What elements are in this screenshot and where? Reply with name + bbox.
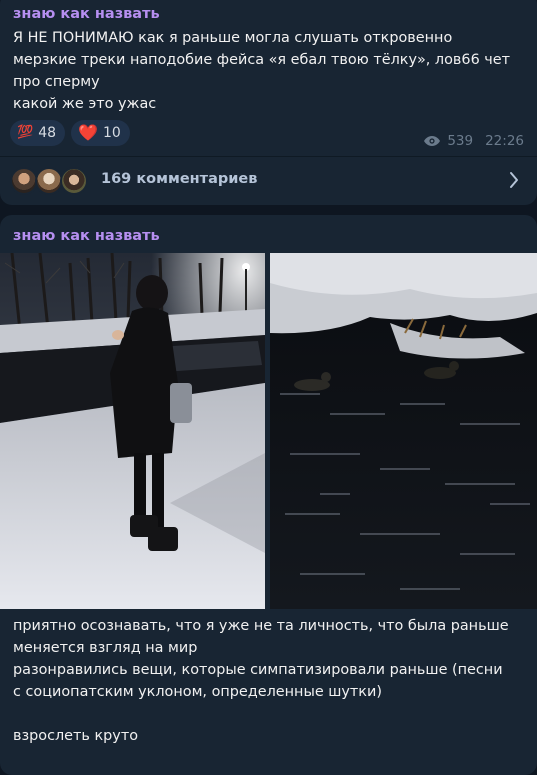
author-name[interactable]: знаю как назвать xyxy=(13,6,160,22)
chevron-right-icon xyxy=(510,172,518,188)
commenter-avatars xyxy=(10,167,90,195)
message-line xyxy=(13,703,525,725)
avatar xyxy=(35,167,63,195)
message-time: 22:26 xyxy=(485,133,524,149)
author-name[interactable]: знаю как назвать xyxy=(13,228,160,244)
reaction-count: 10 xyxy=(102,125,121,141)
photo-pond-ducks[interactable] xyxy=(270,253,537,609)
message-text: приятно осознавать, что я уже не та личн… xyxy=(13,615,525,747)
message-line: с социопатским уклоном, определенные шут… xyxy=(13,684,382,700)
message-text: Я НЕ ПОНИМАЮ как я раньше могла слушать … xyxy=(13,27,525,115)
comments-count-label: 169 комментариев xyxy=(101,171,258,187)
message-line: взрослеть круто xyxy=(13,728,139,744)
message-line: какой же это ужас xyxy=(13,96,157,112)
message-line: меняется взгляд на мир xyxy=(13,640,198,656)
message-bubble: знаю как назвать приятно осознавать, что… xyxy=(0,215,537,775)
message-meta: 539 22:26 xyxy=(423,133,524,149)
eye-icon xyxy=(424,136,441,146)
reaction-heart[interactable]: ❤️ 10 xyxy=(71,120,130,146)
view-count: 539 xyxy=(447,133,474,149)
photo-park-snow[interactable] xyxy=(0,253,265,609)
message-line: мерзкие треки наподобие фейса «я ебал тв… xyxy=(13,52,511,68)
photo-album xyxy=(0,253,537,609)
message-bubble: знаю как назвать Я НЕ ПОНИМАЮ как я рань… xyxy=(0,0,537,205)
comments-button[interactable]: 169 комментариев xyxy=(0,157,537,205)
reaction-count: 48 xyxy=(38,125,57,141)
avatar xyxy=(10,167,38,195)
reaction-hundred[interactable]: 💯 48 xyxy=(10,120,66,146)
message-line: Я НЕ ПОНИМАЮ как я раньше могла слушать … xyxy=(13,30,453,46)
message-line: про сперму xyxy=(13,74,100,90)
reactions-bar: 💯 48 ❤️ 10 xyxy=(10,120,130,146)
heart-icon: ❤️ xyxy=(78,123,98,142)
message-line: разонравились вещи, которые симпатизиров… xyxy=(13,662,503,678)
avatar xyxy=(60,167,88,195)
message-line: приятно осознавать, что я уже не та личн… xyxy=(13,618,509,634)
hundred-icon: 💯 xyxy=(17,125,34,140)
